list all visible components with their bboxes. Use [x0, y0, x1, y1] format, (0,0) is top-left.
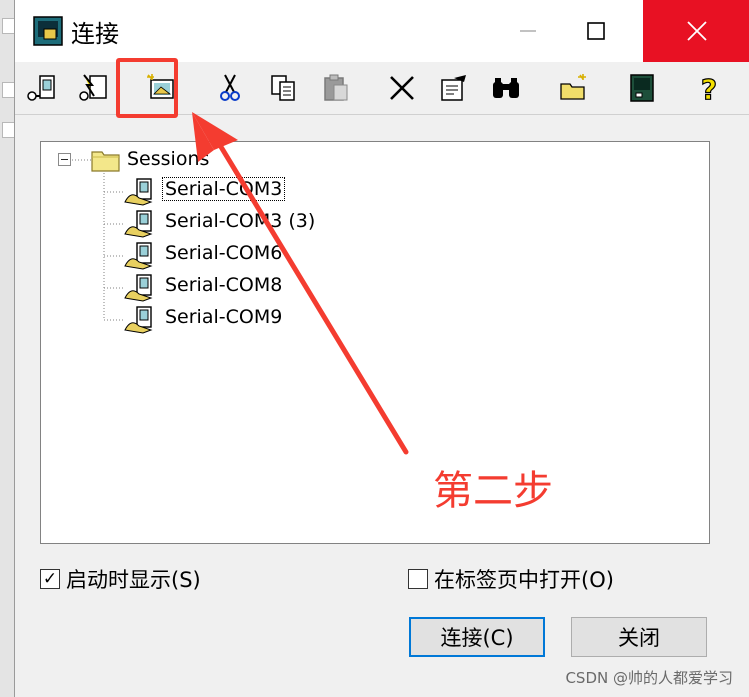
session-icon: [123, 306, 155, 334]
title-bar: 连接: [15, 0, 749, 62]
highlight-box: [116, 58, 178, 118]
new-folder-icon[interactable]: [555, 68, 593, 108]
open-in-tab-label: 在标签页中打开(O): [434, 568, 614, 592]
connect-button[interactable]: 连接(C): [409, 617, 545, 657]
app-icon: [33, 16, 63, 46]
open-in-tab-option[interactable]: 在标签页中打开(O): [408, 564, 614, 594]
cut-icon[interactable]: [211, 68, 249, 108]
session-icon: [123, 242, 155, 270]
tree-item-label: Serial-COM8: [165, 274, 283, 296]
open-in-tab-checkbox[interactable]: [408, 569, 428, 589]
quick-connect-icon[interactable]: [75, 68, 113, 108]
show-on-startup-label: 启动时显示(S): [66, 568, 201, 592]
help-icon[interactable]: ?: [690, 68, 728, 108]
session-icon: [123, 274, 155, 302]
minimize-button[interactable]: [491, 0, 565, 62]
session-icon: [123, 178, 155, 206]
connect-icon[interactable]: [23, 68, 61, 108]
properties-icon[interactable]: [435, 68, 473, 108]
close-window-button[interactable]: [643, 0, 749, 62]
tree-item-label: Serial-COM3: [161, 177, 286, 201]
window-title: 连接: [71, 20, 119, 48]
maximize-button[interactable]: [559, 0, 633, 62]
watermark: CSDN @帅的人都爱学习: [565, 669, 733, 687]
paste-icon[interactable]: [317, 68, 355, 108]
session-icon: [123, 210, 155, 238]
svg-text:?: ?: [701, 73, 717, 104]
show-on-startup-option[interactable]: ✓ 启动时显示(S): [40, 564, 201, 594]
session-tree[interactable]: Sessions Serial-COM3 Serial-COM3 (3) Ser…: [40, 141, 710, 544]
annotation-label: 第二步: [433, 468, 553, 514]
tree-item-label: Serial-COM6: [165, 242, 283, 264]
show-on-startup-checkbox[interactable]: ✓: [40, 569, 60, 589]
terminal-icon[interactable]: [623, 68, 661, 108]
find-icon[interactable]: [487, 68, 525, 108]
tree-root-label[interactable]: Sessions: [127, 148, 209, 170]
copy-icon[interactable]: [264, 68, 302, 108]
tree-item-label: Serial-COM3 (3): [165, 210, 316, 232]
folder-icon: [91, 147, 121, 173]
collapse-toggle[interactable]: [58, 153, 71, 166]
close-button[interactable]: 关闭: [571, 617, 707, 657]
tree-item-label: Serial-COM9: [165, 306, 283, 328]
delete-icon[interactable]: [383, 68, 421, 108]
